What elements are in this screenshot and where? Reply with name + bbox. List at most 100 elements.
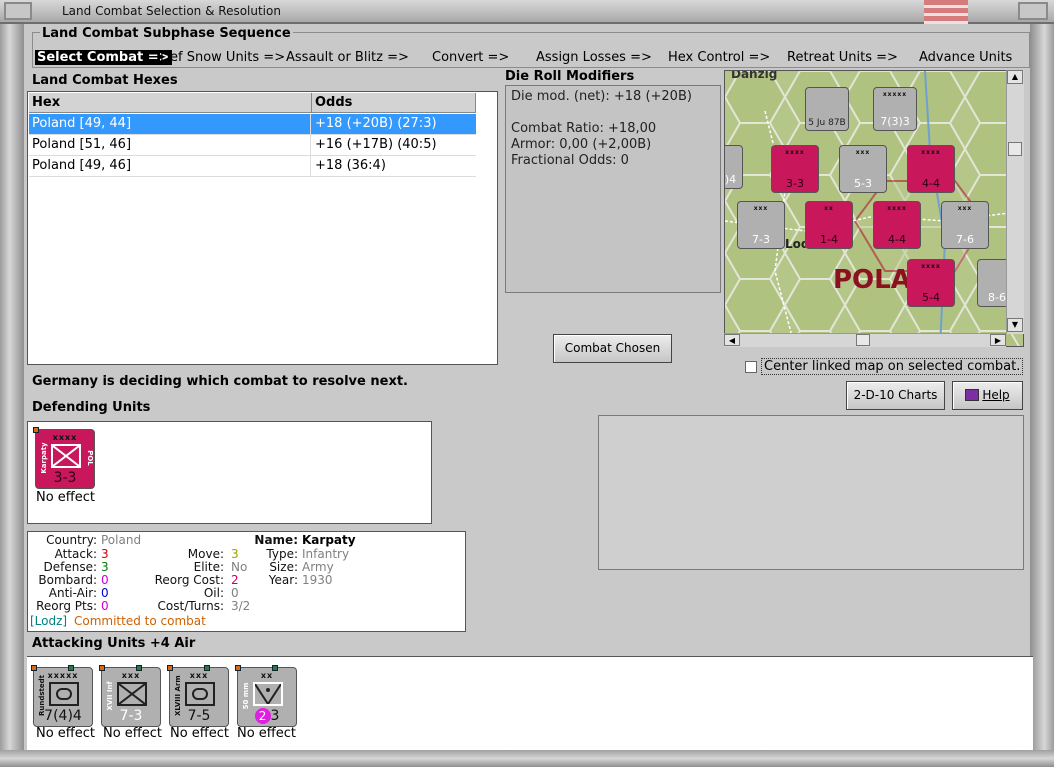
table-row[interactable]: Poland [51, 46] +16 (+17B) (40:5)	[29, 135, 476, 156]
help-book-icon	[965, 389, 980, 401]
attacking-unit-counter[interactable]: xxx XLVIII Arm 7-5	[167, 665, 229, 727]
defending-units-label: Defending Units	[32, 400, 151, 415]
center-map-label[interactable]: Center linked map on selected combat.	[761, 358, 1024, 375]
reorg-cost-value: 2	[231, 573, 239, 587]
reorg-pts-label: Reorg Pts:	[36, 599, 97, 613]
scroll-up-icon[interactable]: ▲	[1007, 70, 1023, 84]
unit-badge: 2	[254, 708, 271, 724]
map-vertical-scrollbar[interactable]: ▲ ▼	[1006, 70, 1024, 334]
cost-turns-value: 3/2	[231, 599, 251, 613]
size-value: Army	[302, 560, 334, 574]
antiair-value: 0	[101, 586, 109, 600]
combat-status-message: Germany is deciding which combat to reso…	[32, 374, 408, 389]
map-counter[interactable]: xxxx 3-3	[771, 145, 819, 193]
map-counter[interactable]: 5 Ju 87B	[805, 87, 849, 131]
mountain-symbol-icon	[253, 682, 283, 706]
map-counter-stats: 1-4	[820, 233, 838, 246]
defending-unit-counter[interactable]: xxxx Karpaty POL 3-3	[33, 427, 95, 489]
column-header-hex[interactable]: Hex	[29, 93, 312, 113]
drm-armor: Armor: 0,00 (+2,00B)	[511, 137, 652, 152]
infantry-symbol-icon	[51, 444, 81, 468]
move-value: 3	[231, 547, 239, 561]
table-row[interactable]: Poland [49, 44] +18 (+20B) (27:3)	[29, 114, 476, 135]
attacking-unit-counter[interactable]: xxxxx Rundstedt 7(4)4	[31, 665, 93, 727]
combat-chosen-button[interactable]: Combat Chosen	[553, 334, 672, 363]
map-counter[interactable]: xxxx 5-4	[907, 259, 955, 307]
subphase-title: Land Combat Subphase Sequence	[40, 26, 293, 41]
armor-symbol-icon	[185, 682, 215, 706]
phase-retreat-units: Retreat Units =>	[787, 50, 898, 65]
elite-label: Elite:	[193, 560, 224, 574]
odds-cell: +16 (+17B) (40:5)	[315, 137, 437, 152]
map-hscroll-thumb[interactable]	[856, 334, 870, 346]
map-counter-stats: 5-4	[922, 291, 940, 304]
oil-value: 0	[231, 586, 239, 600]
linked-map[interactable]: Danzig Lodz POLA 5 Ju 87B xxxxx 7(3)3 4)…	[724, 70, 1024, 347]
charts-button[interactable]: 2-D-10 Charts	[846, 381, 945, 410]
defense-label: Defense:	[43, 560, 97, 574]
phase-hex-control: Hex Control =>	[668, 50, 771, 65]
map-counter[interactable]: xx 1-4	[805, 201, 853, 249]
column-header-odds[interactable]: Odds	[312, 93, 476, 113]
unit-stats: 3-3	[53, 470, 77, 486]
hex-cell: Poland [49, 44]	[29, 114, 311, 135]
attacking-unit-counter[interactable]: xxx XVII Inf 7-3	[99, 665, 161, 727]
nation-flag-icon	[924, 0, 968, 24]
map-vscroll-thumb[interactable]	[1008, 142, 1022, 156]
table-row[interactable]: Poland [49, 46] +18 (36:4)	[29, 156, 476, 177]
phase-def-snow-units: Def Snow Units =>	[160, 50, 286, 65]
map-horizontal-scrollbar[interactable]: ◀ ▶	[724, 333, 1006, 347]
attack-value: 3	[101, 547, 109, 561]
scroll-left-icon[interactable]: ◀	[724, 334, 740, 346]
phase-assign-losses: Assign Losses =>	[536, 50, 652, 65]
drm-net: Die mod. (net): +18 (+20B)	[511, 89, 692, 104]
phase-assault-or-blitz: Assault or Blitz =>	[286, 50, 409, 65]
map-counter[interactable]: xxx 5-3	[839, 145, 887, 193]
odds-cell: +18 (36:4)	[315, 158, 386, 173]
attacking-unit-result: No effect	[36, 726, 96, 741]
system-menu-icon[interactable]	[4, 2, 32, 20]
window-frame-left	[0, 24, 24, 767]
unit-nation-side: POL	[86, 450, 94, 466]
help-label: Help	[982, 388, 1010, 402]
defense-value: 3	[101, 560, 109, 574]
year-value: 1930	[302, 573, 333, 587]
map-counter-stats: 7-3	[752, 233, 770, 246]
size-label: Size:	[269, 560, 298, 574]
map-counter[interactable]: xxxx 4-4	[873, 201, 921, 249]
phase-advance-units: Advance Units	[919, 50, 1013, 65]
map-counter[interactable]: 4)4	[724, 145, 743, 189]
antiair-label: Anti-Air:	[48, 586, 97, 600]
scroll-right-icon[interactable]: ▶	[990, 334, 1006, 346]
center-map-checkbox[interactable]	[745, 361, 757, 373]
land-combat-hexes-label: Land Combat Hexes	[32, 73, 178, 88]
unit-info-box: Country: Poland Attack: 3 Defense: 3 Bom…	[27, 531, 466, 632]
unit-stats: 7-3	[119, 708, 143, 724]
land-combat-hexes-table[interactable]: Hex Odds Poland [49, 44] +18 (+20B) (27:…	[27, 91, 498, 365]
help-button[interactable]: Help	[952, 381, 1023, 410]
country-label: Country:	[46, 533, 97, 547]
scroll-down-icon[interactable]: ▼	[1007, 318, 1023, 332]
attacking-unit-counter[interactable]: xx 50 mm 23	[235, 665, 297, 727]
map-counter-stats: 5 Ju 87B	[808, 118, 846, 128]
map-counter-stats: 7(3)3	[880, 115, 910, 128]
window-title: Land Combat Selection & Resolution	[62, 4, 281, 18]
type-value: Infantry	[302, 547, 350, 561]
title-bar[interactable]: Land Combat Selection & Resolution	[0, 0, 1054, 24]
attacking-units-label: Attacking Units +4 Air	[32, 636, 196, 651]
name-value: Karpaty	[302, 533, 356, 547]
map-counter[interactable]: xxxxx 7(3)3	[873, 87, 917, 131]
map-counter[interactable]: xxx 7-3	[737, 201, 785, 249]
close-icon[interactable]	[1018, 2, 1048, 20]
map-counter-stats: 4)4	[724, 173, 737, 186]
commit-status: Committed to combat	[74, 614, 206, 628]
infantry-symbol-icon	[117, 682, 147, 706]
map-counter[interactable]: xxx 7-6	[941, 201, 989, 249]
map-counter-stats: 7-6	[956, 233, 974, 246]
map-counter[interactable]: xxxx 4-4	[907, 145, 955, 193]
hex-cell: Poland [51, 46]	[29, 135, 311, 156]
die-roll-modifiers-box: Die mod. (net): +18 (+20B) Combat Ratio:…	[505, 85, 721, 293]
map-counter-stats: 4-4	[888, 233, 906, 246]
defending-units-box: xxxx Karpaty POL 3-3 No effect	[27, 421, 432, 524]
window-frame-right	[1030, 24, 1054, 767]
